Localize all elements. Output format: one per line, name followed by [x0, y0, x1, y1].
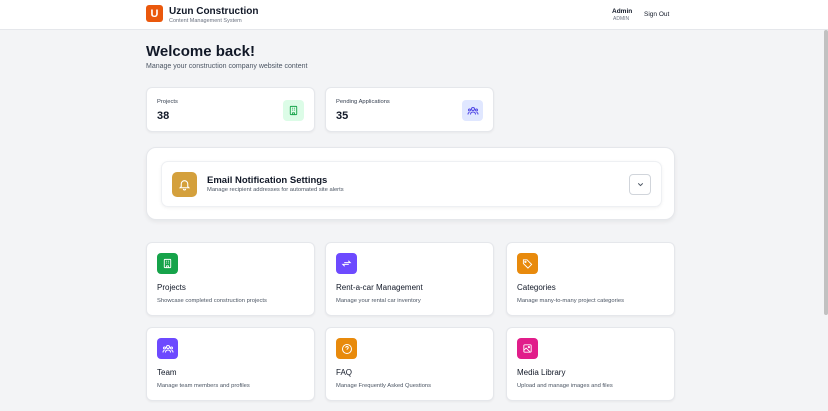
stat-card-pending-applications: Pending Applications 35: [325, 87, 494, 132]
card-title: Projects: [157, 283, 186, 292]
email-settings-header[interactable]: Email Notification Settings Manage recip…: [161, 161, 662, 207]
chevron-down-icon: [637, 183, 643, 187]
stat-value: 35: [336, 110, 349, 122]
tag-icon: [517, 253, 538, 274]
card-title: Categories: [517, 283, 556, 292]
email-settings-title: Email Notification Settings: [207, 175, 328, 186]
building-icon: [283, 100, 304, 121]
page-subtitle: Manage your construction company website…: [146, 63, 308, 70]
card-faq[interactable]: FAQ Manage Frequently Asked Questions: [325, 327, 494, 401]
card-title: FAQ: [336, 368, 353, 377]
sign-out-button[interactable]: Sign Out: [644, 11, 669, 18]
brand-title[interactable]: Uzun Construction: [169, 6, 258, 17]
help-icon: [336, 338, 357, 359]
user-role: ADMIN: [613, 16, 630, 22]
building-icon: [157, 253, 178, 274]
page-title: Welcome back!: [146, 43, 255, 60]
bell-icon: [172, 172, 197, 197]
card-categories[interactable]: Categories Manage many-to-many project c…: [506, 242, 675, 316]
card-title: Media Library: [517, 368, 566, 377]
logo-icon[interactable]: U: [146, 5, 163, 22]
email-settings-panel: Email Notification Settings Manage recip…: [146, 147, 675, 220]
card-title: Team: [157, 368, 177, 377]
email-settings-subtitle: Manage recipient addresses for automated…: [207, 187, 344, 193]
stat-card-projects: Projects 38: [146, 87, 315, 132]
stat-value: 38: [157, 110, 170, 122]
user-name: Admin: [612, 8, 633, 15]
image-icon: [517, 338, 538, 359]
card-description: Upload and manage images and files: [517, 383, 613, 389]
users-icon: [462, 100, 483, 121]
card-description: Showcase completed construction projects: [157, 298, 267, 304]
top-header: U Uzun Construction Content Management S…: [0, 0, 828, 30]
card-description: Manage your rental car inventory: [336, 298, 421, 304]
card-projects[interactable]: Projects Showcase completed construction…: [146, 242, 315, 316]
expand-button[interactable]: [629, 174, 651, 195]
users-icon: [157, 338, 178, 359]
card-description: Manage many-to-many project categories: [517, 298, 624, 304]
card-description: Manage team members and profiles: [157, 383, 250, 389]
card-title: Rent-a-car Management: [336, 283, 423, 292]
card-media-library[interactable]: Media Library Upload and manage images a…: [506, 327, 675, 401]
card-team[interactable]: Team Manage team members and profiles: [146, 327, 315, 401]
brand-subtitle: Content Management System: [169, 18, 242, 24]
scrollbar-thumb[interactable]: [824, 30, 828, 315]
swap-icon: [336, 253, 357, 274]
card-description: Manage Frequently Asked Questions: [336, 383, 432, 389]
stat-label: Projects: [157, 99, 178, 105]
stat-label: Pending Applications: [336, 99, 390, 105]
card-rent-a-car[interactable]: Rent-a-car Management Manage your rental…: [325, 242, 494, 316]
